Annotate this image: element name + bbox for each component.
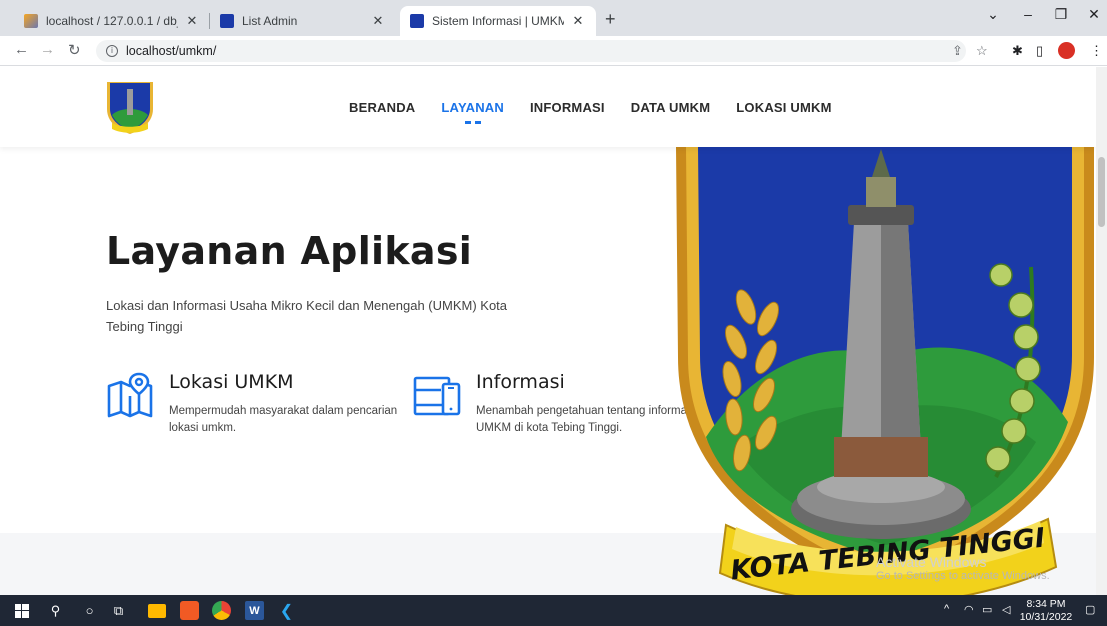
tab-title: List Admin: [242, 14, 298, 28]
feature-title: Lokasi UMKM: [169, 371, 294, 393]
chrome-icon[interactable]: [212, 601, 231, 620]
scrollbar-thumb[interactable]: [1098, 157, 1105, 227]
page-viewport: Layanan Aplikasi Lokasi dan Informasi Us…: [0, 67, 1096, 595]
nav-beranda[interactable]: BERANDA: [349, 100, 415, 115]
file-explorer-icon[interactable]: [148, 604, 166, 618]
extensions-icon[interactable]: ✱: [1012, 43, 1023, 59]
task-view-icon[interactable]: ⧉: [109, 601, 128, 620]
back-icon[interactable]: ←: [14, 41, 29, 58]
new-tab-icon[interactable]: +: [605, 9, 616, 30]
nav-lokasi-umkm[interactable]: LOKASI UMKM: [736, 100, 831, 115]
windows-start-icon[interactable]: [12, 601, 31, 620]
clock-time: 8:34 PM: [1026, 598, 1066, 610]
taskbar-clock[interactable]: 8:34 PM 10/31/2022: [1019, 598, 1073, 624]
reload-icon[interactable]: ↻: [68, 41, 81, 59]
restore-icon[interactable]: ❐: [1049, 6, 1073, 23]
feature-text: Menambah pengetahuan tentang informasi U…: [476, 405, 696, 434]
url-input[interactable]: i localhost/umkm/: [96, 40, 966, 62]
watermark-line2: Go to Settings to activate Windows.: [876, 570, 1050, 582]
devices-icon: [413, 376, 461, 416]
vscode-icon[interactable]: ❮: [277, 601, 296, 620]
tray-chevron-icon[interactable]: ^: [944, 603, 949, 615]
tab-sistem-informasi[interactable]: Sistem Informasi | UMKM Tebing ✕: [400, 6, 596, 36]
cortana-icon[interactable]: ○: [80, 601, 99, 620]
site-favicon-icon: [220, 14, 234, 28]
site-header: BERANDA LAYANAN INFORMASI DATA UMKM LOKA…: [0, 67, 1096, 147]
url-text: localhost/umkm/: [126, 44, 217, 58]
close-tab-icon[interactable]: ✕: [570, 13, 586, 29]
xampp-icon[interactable]: [180, 601, 199, 620]
site-info-icon[interactable]: i: [106, 45, 118, 57]
tab-list-admin[interactable]: List Admin ✕: [210, 6, 396, 36]
watermark-line1: Activate Windows: [876, 554, 987, 570]
volume-icon[interactable]: ◁: [1002, 603, 1010, 616]
tab-title: localhost / 127.0.0.1 / db_umkm: [46, 14, 178, 28]
tab-phpmyadmin[interactable]: localhost / 127.0.0.1 / db_umkm ✕: [14, 6, 210, 36]
battery-icon[interactable]: ▭: [982, 603, 992, 616]
word-icon[interactable]: W: [245, 601, 264, 620]
windows-taskbar: ⚲ ○ ⧉ W ❮ ^ ◠ ▭ ◁ 8:34 PM 10/31/2022 ▢: [0, 595, 1107, 626]
minimize-icon[interactable]: –: [1016, 6, 1040, 22]
nav-data-umkm[interactable]: DATA UMKM: [631, 100, 711, 115]
tab-title: Sistem Informasi | UMKM Tebing: [432, 14, 564, 28]
nav-layanan[interactable]: LAYANAN: [441, 100, 504, 124]
feature-text: Mempermudah masyarakat dalam pencarian l…: [169, 405, 398, 434]
share-icon[interactable]: ⇪: [952, 43, 963, 59]
feature-title: Informasi: [476, 371, 565, 393]
clock-date: 10/31/2022: [1019, 611, 1073, 623]
bookmark-star-icon[interactable]: ☆: [976, 43, 988, 59]
site-favicon-icon: [410, 14, 424, 28]
close-tab-icon[interactable]: ✕: [370, 13, 386, 29]
page-scrollbar[interactable]: [1096, 67, 1107, 595]
forward-icon[interactable]: →: [40, 41, 55, 58]
side-panel-icon[interactable]: ▯: [1036, 43, 1043, 59]
map-icon: [107, 372, 153, 418]
activate-windows-watermark: Activate Windows Go to Settings to activ…: [876, 555, 1050, 583]
close-window-icon[interactable]: ✕: [1082, 6, 1106, 23]
phpmyadmin-favicon-icon: [24, 14, 38, 28]
tab-search-icon[interactable]: ⌄: [981, 6, 1005, 23]
hero-description: Lokasi dan Informasi Usaha Mikro Kecil d…: [106, 298, 508, 334]
profile-avatar[interactable]: [1058, 42, 1075, 59]
search-icon[interactable]: ⚲: [46, 601, 65, 620]
main-nav: BERANDA LAYANAN INFORMASI DATA UMKM LOKA…: [349, 100, 858, 124]
wifi-icon[interactable]: ◠: [964, 603, 974, 616]
page-title: Layanan Aplikasi: [106, 229, 473, 273]
site-logo[interactable]: [106, 81, 154, 135]
browser-tab-bar: localhost / 127.0.0.1 / db_umkm ✕ List A…: [0, 0, 1107, 36]
address-bar: ← → ↻ i localhost/umkm/ ⇪ ☆ ✱ ▯ ⋮: [0, 36, 1107, 66]
kota-tebing-tinggi-emblem: KOTA TEBING TINGGI: [676, 147, 1094, 595]
notification-icon[interactable]: ▢: [1085, 603, 1095, 616]
close-tab-icon[interactable]: ✕: [184, 13, 200, 29]
menu-kebab-icon[interactable]: ⋮: [1090, 43, 1103, 59]
nav-informasi[interactable]: INFORMASI: [530, 100, 605, 115]
